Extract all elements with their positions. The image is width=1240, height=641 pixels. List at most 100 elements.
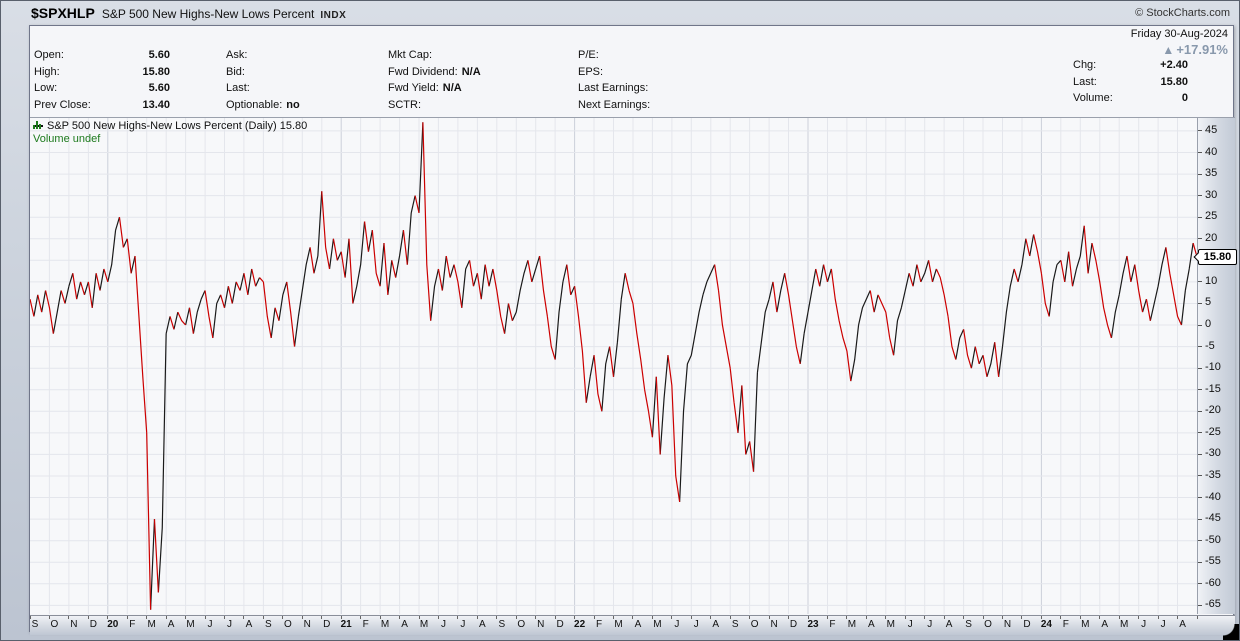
y-axis-tick	[1198, 152, 1202, 153]
quote-label: Bid:	[226, 65, 245, 78]
legend-series-row: S&P 500 New Highs-New Lows Percent (Dail…	[33, 120, 307, 133]
quote-value: 15.80	[1160, 75, 1188, 88]
quote-label: Last:	[226, 82, 250, 94]
date-label: Friday 30-Aug-2024	[1130, 28, 1228, 40]
x-axis-label: J	[907, 619, 913, 630]
y-axis-label: -50	[1205, 533, 1221, 546]
y-axis-tick	[1198, 130, 1202, 131]
x-axis-label: M	[1081, 619, 1090, 630]
symbol-label: $SPXHLP	[31, 5, 95, 21]
y-axis-tick	[1198, 217, 1202, 218]
x-axis-label: F	[595, 619, 603, 630]
quote-label: SCTR:	[388, 98, 421, 111]
x-axis-label: N	[70, 619, 78, 630]
y-axis-tick	[1198, 389, 1202, 390]
quote-row: Bid:	[226, 64, 388, 81]
x-axis-label: J	[1160, 619, 1166, 630]
y-axis-label: -10	[1205, 361, 1221, 374]
x-axis-label: J	[440, 619, 446, 630]
quote-column: Open: 5.60 High: 15.80 Low: 5.60 Prev Close: 13…	[34, 47, 226, 113]
y-axis-tick	[1198, 454, 1202, 455]
quote-column: P/E: EPS: Last Earnings: Next Earnings:	[578, 47, 768, 113]
y-axis-label: 35	[1205, 167, 1218, 180]
quote-row: Fwd Yield: N/A	[388, 80, 578, 97]
quote-label: Prev Close:	[34, 98, 91, 111]
x-axis-label: N	[1003, 619, 1012, 630]
quote-row: Optionable: no	[226, 97, 388, 114]
quote-label: Optionable:	[226, 98, 283, 111]
x-axis-label: O	[984, 619, 992, 630]
y-axis-tick	[1198, 195, 1202, 196]
x-axis-label: N	[303, 619, 311, 630]
quote-label: Volume:	[1073, 92, 1113, 104]
x-axis-label: M	[847, 619, 857, 630]
x-axis-label: M	[186, 619, 195, 630]
y-axis-label: -15	[1205, 382, 1221, 395]
y-axis-label: -20	[1205, 404, 1221, 417]
x-axis-label: M	[147, 619, 156, 630]
x-axis-label: A	[401, 619, 408, 630]
chart-svg	[30, 118, 1197, 614]
change-percent-value: +17.91%	[1176, 42, 1228, 57]
x-axis-label: O	[517, 619, 526, 630]
x-axis-label: M	[380, 619, 390, 630]
y-axis-label: -40	[1205, 490, 1221, 503]
x-axis-label: S	[965, 619, 972, 630]
x-axis-label: S	[31, 619, 39, 630]
quote-label: Last Earnings:	[578, 82, 649, 94]
x-axis-label: J	[1141, 619, 1147, 630]
x-axis-label: 22	[574, 619, 586, 630]
x-axis-label: J	[227, 619, 232, 630]
quote-label: Fwd Dividend:	[388, 65, 458, 78]
x-axis-label: D	[789, 619, 798, 630]
quote-label: Last:	[1073, 75, 1097, 88]
chart-header: $SPXHLP S&P 500 New Highs-New Lows Percen…	[31, 5, 346, 23]
quote-label: High:	[34, 65, 60, 78]
x-axis-label: A	[167, 619, 175, 630]
quote-label: P/E:	[578, 49, 599, 61]
x-axis-label: S	[498, 619, 506, 630]
y-axis-tick	[1198, 238, 1202, 239]
x-axis-label: D	[1023, 619, 1031, 630]
quote-label: Next Earnings:	[578, 98, 651, 111]
quote-row: EPS:	[578, 64, 768, 81]
quote-row: P/E:	[578, 47, 768, 64]
quote-value: no	[286, 98, 300, 111]
y-axis-label: 10	[1205, 274, 1218, 287]
y-axis-tick	[1198, 562, 1202, 563]
quote-row: Open: 5.60	[34, 47, 226, 64]
y-axis-label: -45	[1205, 512, 1221, 525]
x-axis-label: A	[245, 619, 253, 630]
y-axis-label: -65	[1205, 598, 1221, 611]
quote-row: Low: 5.60	[34, 80, 226, 97]
y-axis-tick	[1198, 174, 1202, 175]
x-axis-label: O	[750, 619, 759, 630]
y-axis-label: 20	[1205, 231, 1218, 244]
x-axis-label: S	[731, 619, 739, 630]
y-axis-label: -60	[1205, 576, 1221, 589]
price-line-chart: S&P 500 New Highs-New Lows Percent (Dail…	[30, 118, 1198, 614]
x-axis-label: M	[1120, 619, 1129, 630]
x-axis-label: J	[460, 619, 466, 630]
y-axis-label: 40	[1205, 145, 1218, 158]
quote-row: Mkt Cap:	[388, 47, 578, 64]
x-axis-label: F	[829, 619, 836, 630]
x-axis-label: A	[634, 619, 642, 630]
x-axis-label: 24	[1040, 619, 1052, 630]
quote-column: Mkt Cap: Fwd Dividend: N/A Fwd Yield: N/A SCT…	[388, 47, 578, 113]
quote-value: 15.80	[142, 65, 170, 78]
x-axis-label: D	[556, 619, 564, 630]
y-axis-tick	[1198, 605, 1202, 606]
x-axis-label: F	[1062, 619, 1069, 630]
x-axis-label: F	[129, 619, 136, 630]
up-arrow-icon: ▲	[1162, 43, 1175, 57]
chart-legend: S&P 500 New Highs-New Lows Percent (Dail…	[33, 120, 307, 146]
y-axis-label: -55	[1205, 555, 1221, 568]
quote-label: Chg:	[1073, 59, 1097, 71]
chart-panel: Friday 30-Aug-2024 ▲ +17.91% Open: 5.60 Hig…	[29, 25, 1237, 635]
y-axis-tick	[1198, 368, 1202, 369]
quote-value: 5.60	[148, 49, 170, 61]
quote-label: Ask:	[226, 49, 248, 61]
quote-row: Chg: +2.40	[1073, 57, 1188, 74]
y-axis-tick	[1198, 583, 1202, 584]
